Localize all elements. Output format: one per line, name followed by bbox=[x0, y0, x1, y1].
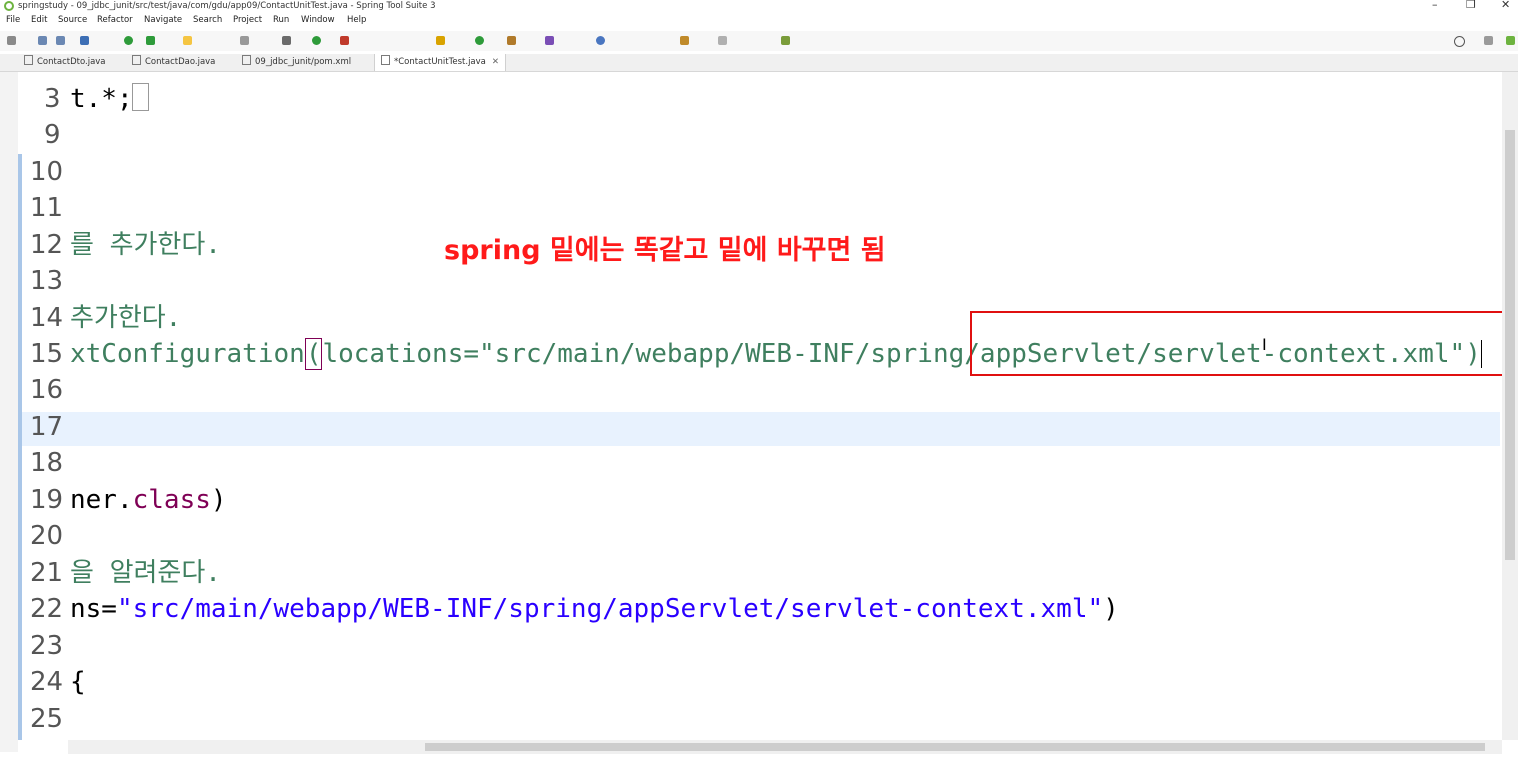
vertical-scrollbar[interactable] bbox=[1502, 72, 1518, 740]
close-paren: ) bbox=[210, 485, 227, 515]
menu-help[interactable]: Help bbox=[347, 15, 366, 25]
external-tools-icon[interactable] bbox=[340, 36, 349, 45]
line-number: 21 bbox=[30, 558, 64, 588]
editor-tab-bar: ContactDto.java ContactDao.java 09_jdbc_… bbox=[0, 54, 1518, 72]
tab-contactdao[interactable]: ContactDao.java bbox=[132, 54, 215, 71]
line-number: 17 bbox=[30, 412, 64, 442]
tab-label: ContactDto.java bbox=[37, 57, 106, 67]
attribute-name: ns= bbox=[70, 594, 117, 624]
new-icon[interactable] bbox=[7, 36, 16, 45]
tab-contactdto[interactable]: ContactDto.java bbox=[24, 54, 106, 71]
line-number: 9 bbox=[44, 120, 61, 150]
save-icon[interactable] bbox=[38, 36, 47, 45]
menu-file[interactable]: File bbox=[6, 15, 20, 25]
line-number: 18 bbox=[30, 448, 64, 478]
spring-app-icon bbox=[4, 1, 14, 11]
line-text: ner.class) bbox=[70, 482, 227, 518]
comment-text: 추가한다. bbox=[70, 303, 182, 333]
menu-source[interactable]: Source bbox=[58, 15, 87, 25]
window-title: springstudy - 09_jdbc_junit/src/test/jav… bbox=[18, 1, 436, 11]
line-number: 14 bbox=[30, 303, 64, 333]
title-bar: springstudy - 09_jdbc_junit/src/test/jav… bbox=[0, 0, 1518, 12]
save-all-icon[interactable] bbox=[56, 36, 65, 45]
tab-contactunittest[interactable]: *ContactUnitTest.java ✕ bbox=[374, 54, 506, 71]
xml-file-icon bbox=[242, 55, 251, 65]
menu-edit[interactable]: Edit bbox=[31, 15, 47, 25]
open-perspective-icon[interactable] bbox=[1484, 36, 1493, 45]
close-tab-icon[interactable]: ✕ bbox=[492, 57, 499, 67]
tab-label: *ContactUnitTest.java bbox=[394, 57, 486, 67]
left-trim bbox=[0, 72, 18, 752]
attribute-name: locations= bbox=[322, 339, 480, 369]
line-number: 20 bbox=[30, 521, 64, 551]
ibeam-cursor: I bbox=[1262, 335, 1267, 354]
horizontal-scrollbar[interactable] bbox=[68, 740, 1502, 754]
comment-text: 를 추가한다. bbox=[70, 230, 221, 260]
line-number: 16 bbox=[30, 375, 64, 405]
string-literal: "src/main/webapp/WEB-INF/spring/appServl… bbox=[116, 594, 1104, 624]
forward-icon[interactable] bbox=[718, 36, 727, 45]
new-package-icon[interactable] bbox=[436, 36, 445, 45]
scrollbar-thumb[interactable] bbox=[425, 743, 1485, 751]
menu-refactor[interactable]: Refactor bbox=[97, 15, 133, 25]
folded-marker[interactable] bbox=[132, 81, 149, 117]
back-icon[interactable] bbox=[680, 36, 689, 45]
tab-pom-xml[interactable]: 09_jdbc_junit/pom.xml bbox=[242, 54, 351, 71]
annotation-name: xtConfiguration bbox=[70, 339, 305, 369]
line-number: 24 bbox=[30, 667, 64, 697]
keyword: class bbox=[132, 485, 211, 515]
line-number: 10 bbox=[30, 157, 64, 187]
search-icon[interactable] bbox=[1454, 36, 1465, 47]
menu-search[interactable]: Search bbox=[193, 15, 222, 25]
menu-navigate[interactable]: Navigate bbox=[144, 15, 182, 25]
show-whitespace-icon[interactable] bbox=[240, 36, 249, 45]
menu-project[interactable]: Project bbox=[233, 15, 262, 25]
line-text: t.*; bbox=[70, 84, 133, 114]
close-paren: ) bbox=[1103, 594, 1119, 624]
comment-text: 을 알려준다. bbox=[70, 558, 221, 588]
highlight-box bbox=[970, 311, 1505, 376]
highlight-icon[interactable] bbox=[183, 36, 192, 45]
tab-label: ContactDao.java bbox=[145, 57, 216, 67]
line-number: 23 bbox=[30, 631, 64, 661]
search-tool-icon[interactable] bbox=[545, 36, 554, 45]
close-window-button[interactable]: ✕ bbox=[1501, 0, 1510, 11]
menu-run[interactable]: Run bbox=[273, 15, 289, 25]
run-icon[interactable] bbox=[312, 36, 321, 45]
pin-editor-icon[interactable] bbox=[781, 36, 790, 45]
debug-icon[interactable] bbox=[282, 36, 291, 45]
menu-window[interactable]: Window bbox=[301, 15, 335, 25]
class-ref: ner. bbox=[70, 485, 133, 515]
spring-boot-icon[interactable] bbox=[124, 36, 133, 45]
annotation-note: spring 밑에는 똑같고 밑에 바꾸면 됨 bbox=[444, 235, 886, 266]
bracket-match: ( bbox=[304, 338, 323, 370]
line-number: 15 bbox=[30, 339, 64, 369]
open-console-icon[interactable] bbox=[80, 36, 89, 45]
minimize-button[interactable]: – bbox=[1432, 0, 1438, 11]
menu-bar: File Edit Source Refactor Navigate Searc… bbox=[0, 13, 1518, 29]
new-class-icon[interactable] bbox=[475, 36, 484, 45]
java-file-icon bbox=[381, 55, 390, 65]
line-number: 22 bbox=[30, 594, 64, 624]
tab-label: 09_jdbc_junit/pom.xml bbox=[255, 57, 352, 67]
code-editor[interactable]: 3 t.*; 9 10 11 12 를 추가한다. 13 14 추가한다. 15… bbox=[22, 72, 1502, 740]
open-type-icon[interactable] bbox=[507, 36, 516, 45]
line-text: ns="src/main/webapp/WEB-INF/spring/appSe… bbox=[70, 591, 1119, 627]
java-file-icon bbox=[132, 55, 141, 65]
spring-perspective-icon[interactable] bbox=[1506, 36, 1515, 45]
line-number: 12 bbox=[30, 230, 64, 260]
line-number: 19 bbox=[30, 485, 64, 515]
line-number: 13 bbox=[30, 266, 64, 296]
current-line-highlight bbox=[22, 412, 1500, 446]
scrollbar-thumb[interactable] bbox=[1505, 130, 1515, 560]
line-number: 11 bbox=[30, 193, 64, 223]
globe-icon[interactable] bbox=[596, 36, 605, 45]
line-text: { bbox=[70, 667, 86, 697]
java-file-icon bbox=[24, 55, 33, 65]
main-toolbar bbox=[0, 31, 1518, 51]
restore-button[interactable]: ❐ bbox=[1466, 0, 1476, 11]
line-number: 25 bbox=[30, 704, 64, 734]
refresh-icon[interactable] bbox=[146, 36, 155, 45]
